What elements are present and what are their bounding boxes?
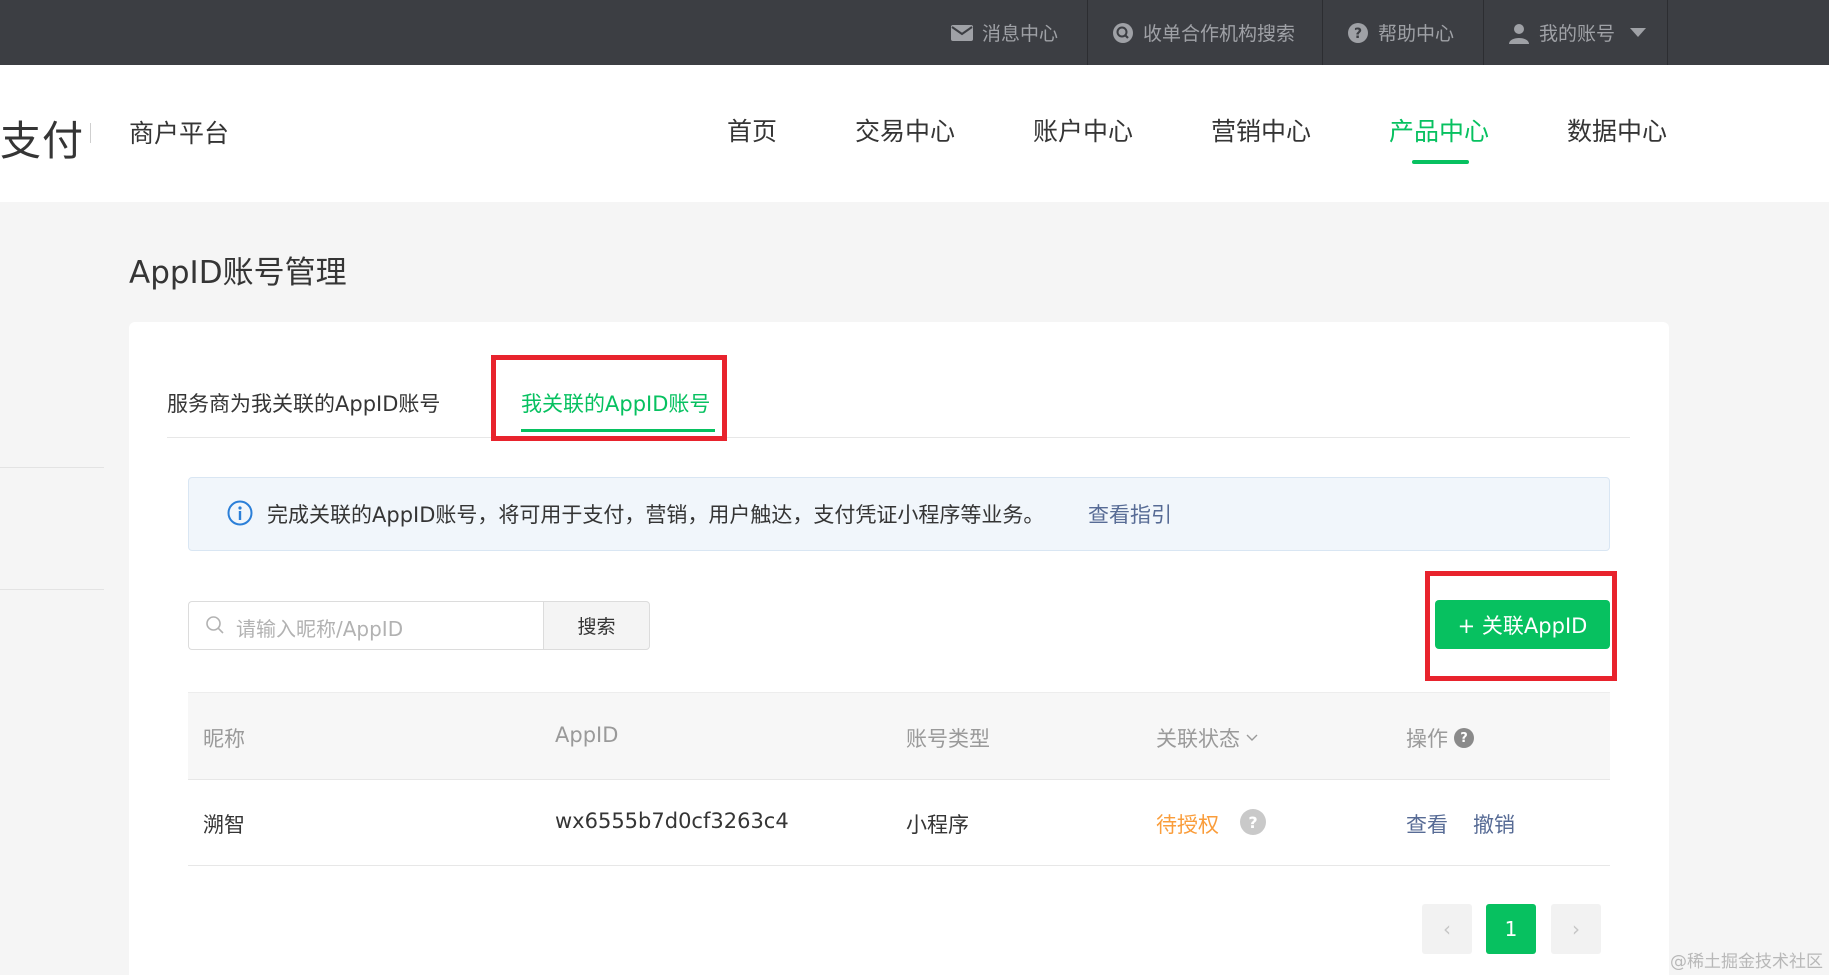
search-placeholder: 请输入昵称/AppID <box>236 617 404 641</box>
cell-appid: wx6555b7d0cf3263c4 <box>555 809 789 833</box>
tabs-divider <box>167 437 1630 438</box>
nav-product-center[interactable]: 产品中心 <box>1389 112 1489 148</box>
brand-logo-fragment: 支付 <box>0 117 84 165</box>
brand-subtitle: 商户平台 <box>129 119 230 148</box>
chevron-left-icon: ‹ <box>1443 917 1451 941</box>
highlight-box-tab <box>491 355 727 441</box>
top-divider <box>1483 0 1484 65</box>
top-divider <box>1087 0 1088 65</box>
sidebar-divider <box>0 467 104 468</box>
nav-trade-center[interactable]: 交易中心 <box>855 112 955 148</box>
column-header-label: AppID <box>555 723 619 747</box>
chevron-right-icon: › <box>1572 917 1580 941</box>
top-item-institution-search[interactable]: 收单合作机构搜索 <box>1112 0 1295 65</box>
page-number-current[interactable]: 1 <box>1486 904 1536 954</box>
column-header-appid: AppID <box>555 723 618 747</box>
top-divider <box>1667 0 1668 65</box>
page-title: AppID账号管理 <box>129 255 347 291</box>
svg-text:?: ? <box>1354 26 1362 42</box>
table-header <box>188 692 1610 780</box>
revoke-link[interactable]: 撤销 <box>1473 809 1515 839</box>
top-item-account[interactable]: 我的账号 <box>1508 0 1647 65</box>
tab-provider-linked-appids[interactable]: 服务商为我关联的AppID账号 <box>167 388 440 418</box>
user-icon <box>1508 22 1530 44</box>
column-header-label: 昵称 <box>203 727 245 751</box>
brand-divider <box>90 123 91 143</box>
column-header-label: 账号类型 <box>906 727 990 751</box>
cell-account-type: 小程序 <box>906 813 969 837</box>
chevron-down-icon <box>1246 734 1258 742</box>
cell-status: 待授权 <box>1156 813 1219 837</box>
info-text: 完成关联的AppID账号，将可用于支付，营销，用户触达，支付凭证小程序等业务。 <box>267 503 1045 527</box>
caret-down-icon <box>1630 27 1647 38</box>
column-header-nickname: 昵称 <box>203 723 245 753</box>
top-item-messages[interactable]: 消息中心 <box>951 0 1058 65</box>
watermark: @稀土掘金技术社区 <box>1670 952 1823 972</box>
cell-nickname: 溯智 <box>203 813 245 837</box>
sidebar-divider <box>0 589 104 590</box>
question-icon[interactable]: ? <box>1240 809 1266 835</box>
main-header: 支付 商户平台 首页 交易中心 账户中心 营销中心 产品中心 数据中心 <box>0 65 1829 202</box>
column-header-actions: 操作 ? <box>1406 723 1474 753</box>
mail-icon <box>951 24 973 41</box>
nav-marketing-center[interactable]: 营销中心 <box>1211 112 1311 148</box>
nav-active-indicator <box>1412 160 1469 164</box>
top-item-help-label: 帮助中心 <box>1378 23 1455 45</box>
top-bar: 消息中心 收单合作机构搜索 ? 帮助中心 我的账号 <box>0 0 1829 65</box>
top-divider <box>1322 0 1323 65</box>
page-number-label: 1 <box>1504 917 1518 941</box>
top-item-help[interactable]: ? 帮助中心 <box>1347 0 1454 65</box>
help-icon: ? <box>1347 22 1369 44</box>
search-button[interactable]: 搜索 <box>543 601 650 650</box>
column-header-label: 关联状态 <box>1156 727 1240 751</box>
column-header-label: 操作 <box>1406 727 1448 751</box>
view-guide-link[interactable]: 查看指引 <box>1088 499 1172 529</box>
highlight-box-add-button <box>1425 571 1617 681</box>
search-circle-icon <box>1112 22 1134 44</box>
column-header-link-status[interactable]: 关联状态 <box>1156 723 1258 753</box>
top-item-messages-label: 消息中心 <box>982 23 1059 45</box>
column-header-account-type: 账号类型 <box>906 723 990 753</box>
info-icon <box>227 500 253 526</box>
top-item-account-label: 我的账号 <box>1539 23 1616 45</box>
nav-data-center[interactable]: 数据中心 <box>1567 112 1667 148</box>
question-icon[interactable]: ? <box>1454 728 1474 748</box>
nav-home[interactable]: 首页 <box>727 112 777 148</box>
row-divider <box>188 865 1610 866</box>
top-item-institution-search-label: 收单合作机构搜索 <box>1143 23 1296 45</box>
nav-account-center[interactable]: 账户中心 <box>1033 112 1133 148</box>
next-page-button[interactable]: › <box>1551 904 1601 954</box>
view-link[interactable]: 查看 <box>1406 809 1448 839</box>
prev-page-button[interactable]: ‹ <box>1422 904 1472 954</box>
search-icon <box>205 615 225 635</box>
